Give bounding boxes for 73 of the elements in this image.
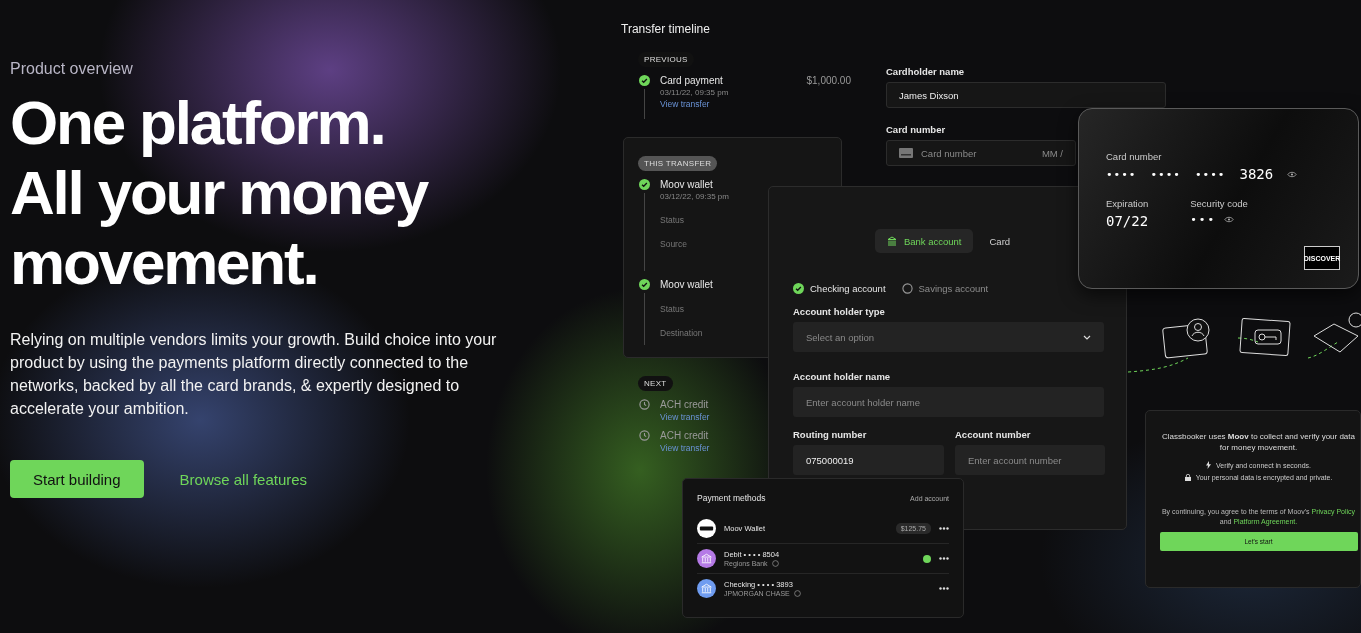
transfer-field-label: Destination [660, 328, 703, 338]
lock-icon [1184, 474, 1191, 481]
expiration-label: Expiration [1106, 198, 1149, 209]
field-label: Account number [955, 429, 1032, 440]
field-label: Account holder name [793, 371, 892, 382]
view-transfer-link[interactable]: View transfer [660, 99, 710, 109]
bank-icon [697, 549, 716, 568]
account-type-radio[interactable]: Savings account [901, 283, 989, 294]
eye-icon[interactable] [1224, 216, 1235, 223]
text-field[interactable]: Enter account number [955, 445, 1105, 475]
card-last-digits: 3826 [1239, 166, 1274, 182]
wallet-logo-icon [697, 518, 716, 538]
transfer-field-label: Status [660, 304, 685, 314]
card-number-label: Card number [1106, 151, 1163, 162]
bank-icon [886, 236, 897, 246]
account-type-radio[interactable]: Checking account [793, 283, 886, 294]
masked-digits: •••• [1150, 167, 1181, 181]
transfer-amount: $1,000.00 [806, 75, 851, 86]
field-label: Account holder type [793, 306, 886, 317]
info-icon [771, 560, 779, 567]
view-transfer-link[interactable]: View transfer [660, 443, 710, 453]
text-field[interactable]: James Dixson [886, 82, 1166, 108]
radio-checked-icon [793, 283, 804, 294]
transfer-field-label: Status [660, 215, 685, 225]
security-code-dots: ••• [1190, 213, 1217, 226]
eye-icon[interactable] [1287, 170, 1298, 178]
field-label: Cardholder name [886, 66, 966, 77]
check-icon [638, 279, 650, 290]
previous-badge: PREVIOUS [638, 52, 694, 67]
consent-intro: Classbooker uses Moov to collect and verify your data for money movement. [1161, 431, 1356, 453]
radio-empty-icon [901, 283, 913, 294]
timeline-title: Transfer timeline [621, 22, 711, 36]
select-field[interactable]: Select an option [793, 322, 1104, 352]
text-field[interactable]: Enter account holder name [793, 387, 1104, 417]
check-icon [638, 75, 650, 86]
transfer-field-label: Source [660, 239, 687, 249]
payment-type-tab[interactable]: Bank account [874, 229, 974, 253]
masked-digits: •••• [1106, 167, 1137, 181]
transfer-date: 03/12/22, 09:35 pm [660, 192, 729, 201]
info-icon [793, 590, 801, 597]
field-label: Card number [886, 124, 947, 135]
transfer-title: Moov wallet [660, 179, 713, 190]
transfer-title: Moov wallet [660, 279, 713, 290]
clock-icon [638, 399, 650, 410]
transfer-title: ACH credit [660, 399, 709, 410]
more-icon[interactable] [939, 557, 949, 560]
more-icon[interactable] [939, 526, 949, 530]
browse-features-link[interactable]: Browse all features [179, 470, 308, 488]
payment-methods-title: Payment methods [697, 493, 766, 503]
view-transfer-link[interactable]: View transfer [660, 412, 710, 422]
lightning-icon [1206, 461, 1211, 469]
text-field[interactable]: 075000019 [793, 445, 944, 475]
chevron-down-icon [1083, 334, 1091, 340]
card-icon [899, 148, 913, 158]
eyebrow-label: Product overview [10, 60, 134, 78]
expiration-value: 07/22 [1106, 213, 1149, 229]
transfer-title: ACH credit [660, 430, 709, 441]
headline: One platform. All your money movement. [10, 88, 429, 298]
this-transfer-badge: THIS TRANSFER [638, 156, 718, 171]
bank-icon [697, 579, 716, 598]
intro-paragraph: Relying on multiple vendors limits your growth. Build choice into your product by using the payments platform directly connected to the networks, backed by all the card brands, & expertly designed to accelerate your ambition. [10, 330, 498, 419]
more-icon[interactable] [939, 587, 949, 590]
payment-type-tab[interactable]: Card [977, 229, 1023, 253]
security-code-label: Security code [1190, 198, 1248, 209]
next-badge: NEXT [638, 376, 673, 391]
check-icon [638, 179, 650, 190]
field-label: Routing number [793, 429, 868, 440]
transfer-title: Card payment [660, 75, 723, 86]
masked-digits: •••• [1195, 167, 1226, 181]
text-field[interactable]: Card number MM / [886, 140, 1076, 166]
transfer-date: 03/11/22, 09:35 pm [660, 88, 729, 97]
start-building-button[interactable]: Start building [10, 460, 144, 498]
clock-icon [638, 430, 650, 441]
